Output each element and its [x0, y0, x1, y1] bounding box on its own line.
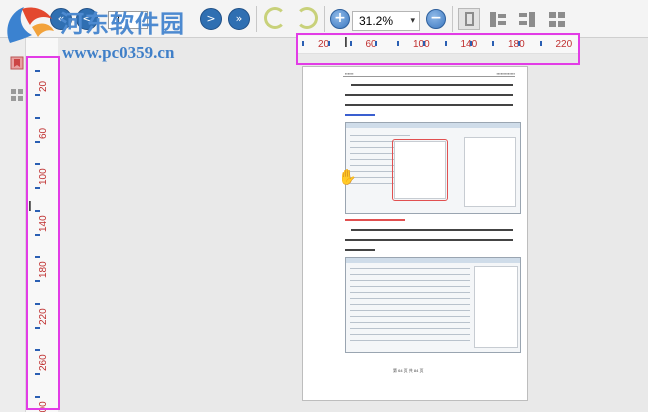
facing-page-icon[interactable]	[546, 8, 568, 30]
zoom-select[interactable]: 31.2% ▾	[352, 11, 420, 31]
horizontal-ruler-highlight	[296, 33, 580, 65]
side-panel-bar	[0, 38, 26, 412]
bookmark-icon[interactable]	[10, 56, 26, 72]
zoom-value: 31.2%	[359, 14, 394, 28]
paragraph-line	[345, 94, 513, 96]
header-divider	[343, 76, 515, 77]
paragraph-line	[345, 104, 513, 106]
continuous-page-icon[interactable]	[516, 8, 538, 30]
zoom-out-icon: −	[430, 10, 442, 26]
document-page: ▪▪▪▪▪▪ ▪▪▪▪▪▪▪▪▪▪▪▪▪ 第 64 页 共 84 页	[302, 66, 528, 401]
watermark-title: 河东软件园	[60, 10, 185, 38]
last-page-icon: »	[235, 12, 243, 25]
toolbar-divider	[452, 6, 453, 32]
paragraph-line	[345, 249, 375, 251]
rotate-left-icon[interactable]	[264, 7, 286, 29]
toolbar-divider	[256, 6, 257, 32]
single-page-icon[interactable]	[458, 8, 480, 30]
last-page-button[interactable]: »	[228, 8, 250, 30]
rotate-right-icon[interactable]	[296, 7, 318, 29]
next-page-icon: >	[206, 12, 216, 25]
paragraph-line	[345, 239, 513, 241]
zoom-in-icon: +	[334, 10, 346, 26]
paragraph-link[interactable]	[345, 114, 375, 116]
watermark-url: www.pc0359.cn	[62, 43, 175, 62]
zoom-in-button[interactable]: +	[330, 9, 350, 29]
chevron-down-icon: ▾	[410, 16, 415, 26]
paragraph-line	[351, 84, 513, 86]
zoom-out-button[interactable]: −	[426, 9, 446, 29]
vertical-ruler-highlight	[26, 56, 60, 410]
paragraph-line	[351, 229, 513, 231]
two-page-icon[interactable]	[486, 8, 508, 30]
logo-icon	[2, 3, 56, 47]
embedded-screenshot	[345, 122, 521, 214]
next-page-button[interactable]: >	[200, 8, 222, 30]
pdf-viewer-window: « < 1 > » + 31.2% ▾ − I 20 60 100 140 18…	[0, 0, 648, 412]
page-footer: 第 64 页 共 84 页	[393, 368, 424, 373]
caption-line	[345, 219, 405, 221]
embedded-screenshot	[345, 257, 521, 353]
thumbnail-icon[interactable]	[10, 88, 26, 104]
toolbar-divider	[324, 6, 325, 32]
hand-cursor-icon: ✋	[338, 168, 357, 186]
